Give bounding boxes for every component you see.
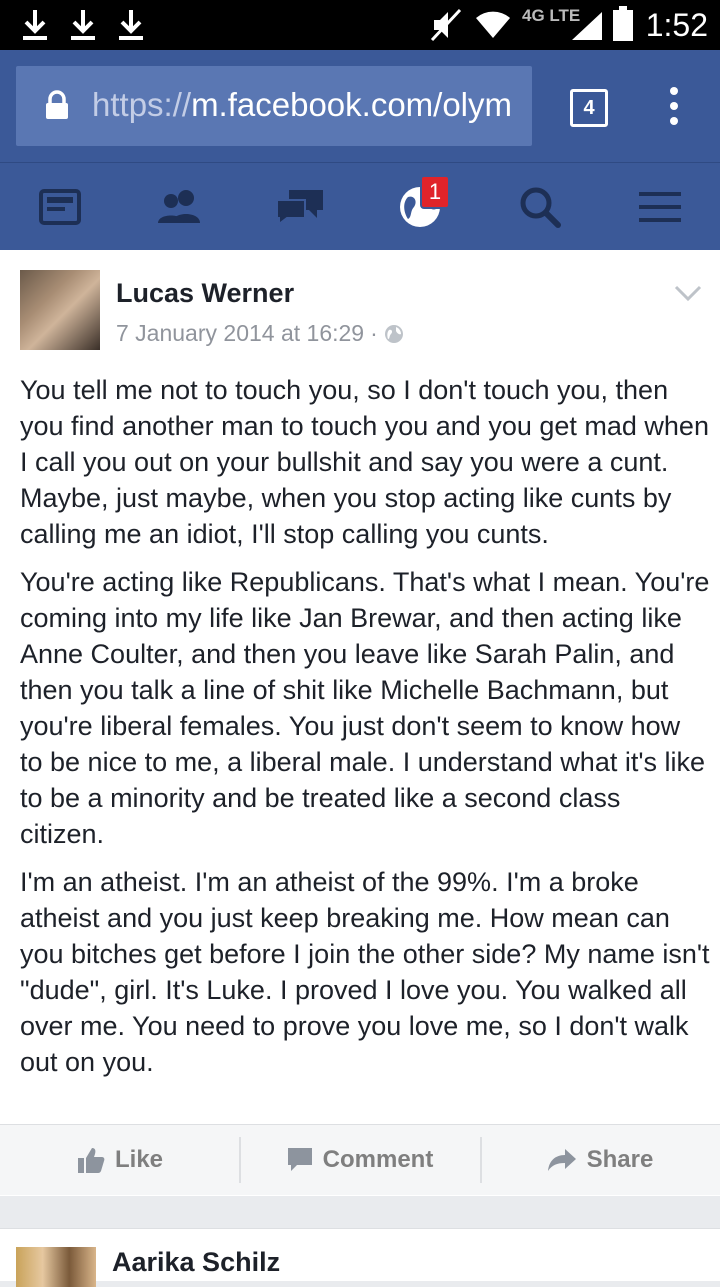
next-post-card: Aarika Schilz	[0, 1228, 720, 1287]
post-paragraph: I'm an atheist. I'm an atheist of the 99…	[20, 867, 710, 1077]
browser-toolbar: https://m.facebook.com/olym 4	[0, 50, 720, 162]
download-icon	[23, 10, 47, 40]
friend-requests-button[interactable]	[120, 163, 240, 251]
comment-button[interactable]: Comment	[240, 1125, 480, 1195]
url-scheme: https://	[92, 86, 192, 123]
lock-icon	[46, 90, 68, 119]
share-button[interactable]: Share	[480, 1125, 720, 1195]
share-label: Share	[586, 1146, 654, 1173]
tab-switcher-button[interactable]: 4	[570, 89, 608, 127]
battery-icon	[613, 6, 633, 41]
facebook-nav-bar: 1	[0, 162, 720, 251]
news-feed-icon	[39, 189, 81, 225]
notification-badge: 1	[420, 175, 450, 209]
download-icon	[71, 10, 95, 40]
address-bar[interactable]: https://m.facebook.com/olym	[16, 66, 532, 146]
news-feed-button[interactable]	[0, 163, 120, 251]
post-paragraph: You tell me not to touch you, so I don't…	[20, 375, 709, 549]
overflow-menu-icon[interactable]	[664, 86, 684, 126]
share-arrow-icon	[547, 1149, 576, 1171]
clock: 1:52	[645, 7, 708, 43]
messages-button[interactable]	[240, 163, 360, 251]
post-author-name[interactable]: Lucas Werner	[116, 278, 294, 309]
thumbs-up-icon	[77, 1148, 105, 1173]
post-body: You tell me not to touch you, so I don't…	[20, 372, 710, 1092]
chevron-down-icon[interactable]	[674, 284, 702, 302]
download-icon	[119, 10, 143, 40]
post-paragraph: You're acting like Republicans. That's w…	[20, 567, 710, 849]
post-date[interactable]: 7 January 2014 at 16:29	[116, 320, 364, 347]
privacy-globe-icon	[384, 324, 403, 343]
post-card: Lucas Werner 7 January 2014 at 16:29 · Y…	[0, 250, 720, 1196]
like-button[interactable]: Like	[0, 1125, 240, 1195]
url-host: m.facebook.com/olym	[191, 86, 513, 123]
comment-label: Comment	[322, 1146, 434, 1173]
next-author-avatar[interactable]	[16, 1247, 96, 1287]
search-button[interactable]	[480, 163, 600, 251]
friends-icon	[158, 190, 200, 223]
hamburger-menu-icon	[639, 192, 681, 222]
search-icon	[520, 187, 561, 228]
comment-icon	[287, 1148, 312, 1171]
like-label: Like	[114, 1146, 164, 1173]
messages-icon	[276, 190, 323, 226]
next-post-author-name[interactable]: Aarika Schilz	[112, 1247, 280, 1278]
post-action-bar: Like Comment Share	[0, 1124, 720, 1195]
author-avatar[interactable]	[20, 270, 100, 350]
url-text: https://m.facebook.com/olym	[92, 86, 512, 124]
wifi-icon	[476, 11, 510, 38]
mute-icon	[430, 8, 462, 42]
main-menu-button[interactable]	[600, 163, 720, 251]
signal-icon	[572, 12, 602, 40]
post-timestamp: 7 January 2014 at 16:29 ·	[116, 320, 404, 347]
status-bar: 4G LTE 1:52	[0, 0, 720, 50]
date-separator: ·	[370, 320, 378, 346]
